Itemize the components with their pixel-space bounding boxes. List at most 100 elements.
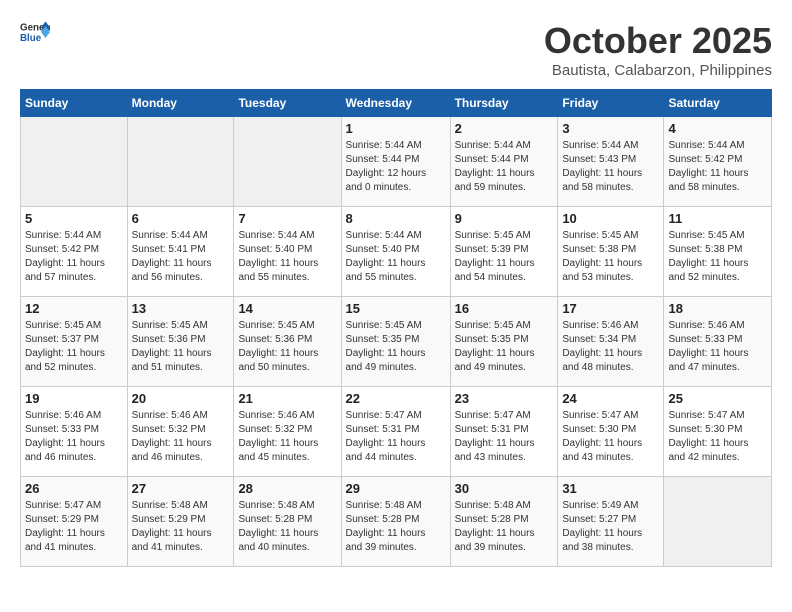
day-info: Sunrise: 5:48 AM Sunset: 5:29 PM Dayligh… (132, 499, 230, 555)
day-info: Sunrise: 5:48 AM Sunset: 5:28 PM Dayligh… (346, 499, 446, 555)
day-info: Sunrise: 5:45 AM Sunset: 5:38 PM Dayligh… (668, 229, 767, 285)
calendar-week-3: 12 Sunrise: 5:45 AM Sunset: 5:37 PM Dayli… (21, 297, 772, 387)
day-info: Sunrise: 5:47 AM Sunset: 5:30 PM Dayligh… (668, 409, 767, 465)
calendar-body: 1 Sunrise: 5:44 AM Sunset: 5:44 PM Daylig… (21, 117, 772, 567)
day-info: Sunrise: 5:46 AM Sunset: 5:32 PM Dayligh… (132, 409, 230, 465)
day-number: 20 (132, 391, 230, 406)
day-number: 18 (668, 301, 767, 316)
day-number: 28 (238, 481, 336, 496)
day-number: 4 (668, 121, 767, 136)
calendar-cell: 11 Sunrise: 5:45 AM Sunset: 5:38 PM Dayli… (664, 207, 772, 297)
calendar-cell: 29 Sunrise: 5:48 AM Sunset: 5:28 PM Dayli… (341, 477, 450, 567)
calendar-week-2: 5 Sunrise: 5:44 AM Sunset: 5:42 PM Daylig… (21, 207, 772, 297)
day-number: 5 (25, 211, 123, 226)
day-number: 29 (346, 481, 446, 496)
day-info: Sunrise: 5:46 AM Sunset: 5:33 PM Dayligh… (668, 319, 767, 375)
col-sunday: Sunday (21, 90, 128, 117)
calendar-cell: 9 Sunrise: 5:45 AM Sunset: 5:39 PM Daylig… (450, 207, 558, 297)
calendar-cell: 17 Sunrise: 5:46 AM Sunset: 5:34 PM Dayli… (558, 297, 664, 387)
calendar-week-1: 1 Sunrise: 5:44 AM Sunset: 5:44 PM Daylig… (21, 117, 772, 207)
day-number: 21 (238, 391, 336, 406)
col-saturday: Saturday (664, 90, 772, 117)
calendar-cell: 16 Sunrise: 5:45 AM Sunset: 5:35 PM Dayli… (450, 297, 558, 387)
day-number: 17 (562, 301, 659, 316)
day-number: 23 (455, 391, 554, 406)
calendar-subtitle: Bautista, Calabarzon, Philippines (544, 62, 772, 79)
calendar-cell: 8 Sunrise: 5:44 AM Sunset: 5:40 PM Daylig… (341, 207, 450, 297)
day-number: 10 (562, 211, 659, 226)
day-number: 30 (455, 481, 554, 496)
header: General Blue October 2025 Bautista, Cala… (20, 20, 772, 79)
day-info: Sunrise: 5:49 AM Sunset: 5:27 PM Dayligh… (562, 499, 659, 555)
day-info: Sunrise: 5:47 AM Sunset: 5:29 PM Dayligh… (25, 499, 123, 555)
day-info: Sunrise: 5:45 AM Sunset: 5:39 PM Dayligh… (455, 229, 554, 285)
calendar-cell: 23 Sunrise: 5:47 AM Sunset: 5:31 PM Dayli… (450, 387, 558, 477)
calendar-cell: 25 Sunrise: 5:47 AM Sunset: 5:30 PM Dayli… (664, 387, 772, 477)
day-number: 24 (562, 391, 659, 406)
calendar-title: October 2025 (544, 20, 772, 62)
logo: General Blue (20, 20, 50, 44)
day-number: 22 (346, 391, 446, 406)
logo-icon: General Blue (20, 20, 50, 44)
calendar-cell (664, 477, 772, 567)
day-number: 25 (668, 391, 767, 406)
day-number: 2 (455, 121, 554, 136)
day-info: Sunrise: 5:47 AM Sunset: 5:31 PM Dayligh… (346, 409, 446, 465)
day-info: Sunrise: 5:46 AM Sunset: 5:32 PM Dayligh… (238, 409, 336, 465)
day-number: 12 (25, 301, 123, 316)
day-info: Sunrise: 5:44 AM Sunset: 5:41 PM Dayligh… (132, 229, 230, 285)
calendar-cell: 26 Sunrise: 5:47 AM Sunset: 5:29 PM Dayli… (21, 477, 128, 567)
day-info: Sunrise: 5:48 AM Sunset: 5:28 PM Dayligh… (238, 499, 336, 555)
day-info: Sunrise: 5:44 AM Sunset: 5:43 PM Dayligh… (562, 139, 659, 195)
calendar-cell: 20 Sunrise: 5:46 AM Sunset: 5:32 PM Dayli… (127, 387, 234, 477)
day-info: Sunrise: 5:44 AM Sunset: 5:40 PM Dayligh… (238, 229, 336, 285)
calendar-cell: 13Sunrise: 5:45 AM Sunset: 5:36 PM Dayli… (127, 297, 234, 387)
calendar-cell: 31 Sunrise: 5:49 AM Sunset: 5:27 PM Dayli… (558, 477, 664, 567)
calendar-cell: 6 Sunrise: 5:44 AM Sunset: 5:41 PM Daylig… (127, 207, 234, 297)
day-number: 11 (668, 211, 767, 226)
day-info: Sunrise: 5:47 AM Sunset: 5:31 PM Dayligh… (455, 409, 554, 465)
day-info: Sunrise: 5:45 AM Sunset: 5:36 PM Dayligh… (238, 319, 336, 375)
day-number: 16 (455, 301, 554, 316)
day-info: Sunrise: 5:45 AM Sunset: 5:37 PM Dayligh… (25, 319, 123, 375)
calendar-week-5: 26 Sunrise: 5:47 AM Sunset: 5:29 PM Dayli… (21, 477, 772, 567)
day-info: Sunrise: 5:44 AM Sunset: 5:44 PM Dayligh… (455, 139, 554, 195)
day-number: 26 (25, 481, 123, 496)
day-info: Sunrise: 5:45 AM Sunset: 5:35 PM Dayligh… (346, 319, 446, 375)
calendar-cell (127, 117, 234, 207)
day-info: Sunrise: 5:47 AM Sunset: 5:30 PM Dayligh… (562, 409, 659, 465)
day-number: 15 (346, 301, 446, 316)
header-row: Sunday Monday Tuesday Wednesday Thursday… (21, 90, 772, 117)
calendar-table: Sunday Monday Tuesday Wednesday Thursday… (20, 89, 772, 567)
calendar-header: Sunday Monday Tuesday Wednesday Thursday… (21, 90, 772, 117)
calendar-cell: 24 Sunrise: 5:47 AM Sunset: 5:30 PM Dayli… (558, 387, 664, 477)
calendar-cell: 7 Sunrise: 5:44 AM Sunset: 5:40 PM Daylig… (234, 207, 341, 297)
title-area: October 2025 Bautista, Calabarzon, Phili… (544, 20, 772, 79)
calendar-week-4: 19Sunrise: 5:46 AM Sunset: 5:33 PM Dayli… (21, 387, 772, 477)
day-number: 8 (346, 211, 446, 226)
day-number: 13 (132, 301, 230, 316)
day-number: 7 (238, 211, 336, 226)
day-info: Sunrise: 5:44 AM Sunset: 5:42 PM Dayligh… (25, 229, 123, 285)
day-info: Sunrise: 5:46 AM Sunset: 5:33 PM Dayligh… (25, 409, 123, 465)
day-number: 14 (238, 301, 336, 316)
calendar-cell: 14 Sunrise: 5:45 AM Sunset: 5:36 PM Dayli… (234, 297, 341, 387)
day-info: Sunrise: 5:48 AM Sunset: 5:28 PM Dayligh… (455, 499, 554, 555)
day-info: Sunrise: 5:44 AM Sunset: 5:44 PM Dayligh… (346, 139, 446, 195)
calendar-cell: 5 Sunrise: 5:44 AM Sunset: 5:42 PM Daylig… (21, 207, 128, 297)
day-info: Sunrise: 5:46 AM Sunset: 5:34 PM Dayligh… (562, 319, 659, 375)
day-number: 27 (132, 481, 230, 496)
calendar-cell: 30 Sunrise: 5:48 AM Sunset: 5:28 PM Dayli… (450, 477, 558, 567)
day-info: Sunrise: 5:44 AM Sunset: 5:40 PM Dayligh… (346, 229, 446, 285)
calendar-cell: 1 Sunrise: 5:44 AM Sunset: 5:44 PM Daylig… (341, 117, 450, 207)
day-number: 31 (562, 481, 659, 496)
day-number: 3 (562, 121, 659, 136)
col-monday: Monday (127, 90, 234, 117)
day-number: 9 (455, 211, 554, 226)
calendar-cell: 4Sunrise: 5:44 AM Sunset: 5:42 PM Daylig… (664, 117, 772, 207)
day-number: 6 (132, 211, 230, 226)
day-number: 1 (346, 121, 446, 136)
day-info: Sunrise: 5:45 AM Sunset: 5:35 PM Dayligh… (455, 319, 554, 375)
calendar-cell: 15 Sunrise: 5:45 AM Sunset: 5:35 PM Dayli… (341, 297, 450, 387)
calendar-cell: 2 Sunrise: 5:44 AM Sunset: 5:44 PM Daylig… (450, 117, 558, 207)
